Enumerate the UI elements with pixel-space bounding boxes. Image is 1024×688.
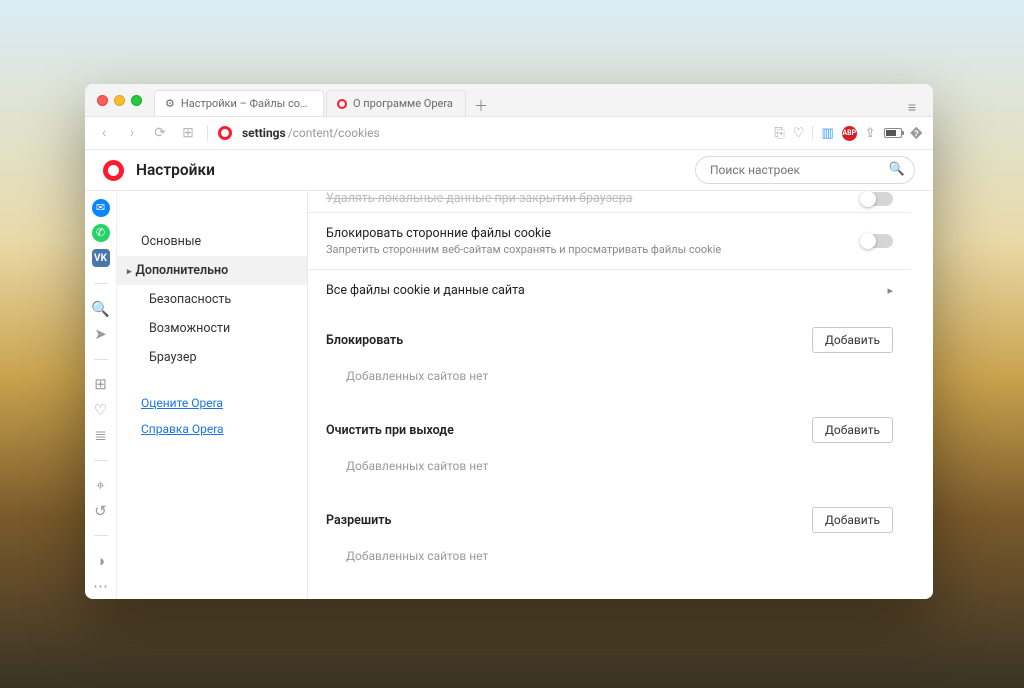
speed-dial-icon[interactable]: ⊞ <box>94 375 107 393</box>
tab-label: О программе Opera <box>353 97 455 110</box>
delete-on-close-toggle[interactable] <box>861 192 893 206</box>
help-opera-link[interactable]: Справка Opera <box>141 422 224 436</box>
address-bar: ‹ › ⟳ ⊞ settings/content/cookies ⎘ ♡ ▥ A… <box>85 117 933 150</box>
tab-about-opera[interactable]: О программе Opera <box>326 90 466 116</box>
tab-label: Настройки – Файлы cookie <box>181 97 313 110</box>
url-display[interactable]: settings/content/cookies <box>242 126 380 140</box>
close-window-button[interactable] <box>97 95 108 106</box>
search-rail-icon[interactable]: 🔍 <box>91 300 110 318</box>
rate-opera-link[interactable]: Оцените Opera <box>141 396 223 410</box>
speed-dial-button[interactable]: ⊞ <box>179 125 197 141</box>
sidebar-item-features[interactable]: Возможности <box>117 314 307 343</box>
sidebar-item-advanced[interactable]: Дополнительно <box>117 256 307 285</box>
settings-search-input[interactable] <box>695 156 915 184</box>
bookmarks-icon[interactable]: ♡ <box>94 401 107 419</box>
url-origin: settings <box>242 126 286 140</box>
allow-section-title: Разрешить <box>326 513 812 528</box>
opera-logo-icon <box>103 160 124 181</box>
heart-icon[interactable]: ♡ <box>793 126 805 141</box>
extensions-icon[interactable]: ◑ <box>96 552 105 570</box>
block-3p-toggle[interactable] <box>861 234 893 248</box>
url-path: /content/cookies <box>288 126 380 140</box>
tabs-menu-button[interactable]: ≡ <box>899 99 925 116</box>
new-tab-button[interactable]: ＋ <box>468 96 494 116</box>
whatsapp-icon[interactable]: ✆ <box>92 224 110 242</box>
page-header: Настройки 🔍 <box>85 150 933 191</box>
delete-on-close-title: Удалять локальные данные при закрытии бр… <box>326 191 861 206</box>
gear-icon: ⚙ <box>165 97 175 110</box>
snapshot-rail-icon[interactable]: ⌖ <box>96 476 104 494</box>
easy-setup-icon[interactable]: �੆ <box>910 126 923 141</box>
all-cookies-row[interactable]: Все файлы cookie и данные сайта ▸ <box>308 269 911 311</box>
clear-empty-text: Добавленных сайтов нет <box>308 447 911 491</box>
allow-add-button[interactable]: Добавить <box>812 507 893 533</box>
window-controls <box>93 95 150 106</box>
sidebar-item-browser[interactable]: Браузер <box>117 343 307 372</box>
clear-add-button[interactable]: Добавить <box>812 417 893 443</box>
allow-empty-text: Добавленных сайтов нет <box>308 537 911 581</box>
block-3p-title: Блокировать сторонние файлы cookie <box>326 226 861 241</box>
adblock-icon[interactable]: ABP <box>842 126 857 141</box>
tab-settings-cookies[interactable]: ⚙ Настройки – Файлы cookie <box>154 90 324 116</box>
share-icon[interactable]: ⇪ <box>865 126 876 141</box>
news-icon[interactable]: ≣ <box>94 426 107 444</box>
settings-rail-icon[interactable]: ⋯ <box>93 577 108 595</box>
sidebar-item-basic[interactable]: Основные <box>117 227 307 256</box>
clear-section-title: Очистить при выходе <box>326 423 812 438</box>
reload-button[interactable]: ⟳ <box>151 125 169 141</box>
sidebar-item-security[interactable]: Безопасность <box>117 285 307 314</box>
history-icon[interactable]: ↺ <box>94 502 107 520</box>
minimize-window-button[interactable] <box>114 95 125 106</box>
all-cookies-title: Все файлы cookie и данные сайта <box>326 283 887 298</box>
page-title: Настройки <box>136 161 215 179</box>
tab-bar: ⚙ Настройки – Файлы cookie О программе O… <box>85 84 933 117</box>
side-rail: ✉ ✆ VK 🔍 ➤ ⊞ ♡ ≣ ⌖ ↺ ◑ ⋯ <box>85 191 117 599</box>
settings-content: Удалять локальные данные при закрытии бр… <box>307 191 933 599</box>
opera-icon <box>337 99 347 109</box>
flow-icon[interactable]: ➤ <box>94 325 107 343</box>
block-add-button[interactable]: Добавить <box>812 327 893 353</box>
block-section-title: Блокировать <box>326 333 812 348</box>
sidebar-toggle-icon[interactable]: ▥ <box>821 126 833 141</box>
forward-button[interactable]: › <box>123 125 141 141</box>
browser-window: ⚙ Настройки – Файлы cookie О программе O… <box>85 84 933 599</box>
chevron-right-icon: ▸ <box>887 284 893 297</box>
snapshot-icon[interactable]: ⎘ <box>774 126 784 141</box>
block-empty-text: Добавленных сайтов нет <box>308 357 911 401</box>
settings-sidebar: Основные Дополнительно Безопасность Возм… <box>117 191 307 599</box>
search-icon: 🔍 <box>889 162 905 177</box>
back-button[interactable]: ‹ <box>95 125 113 141</box>
block-3p-subtitle: Запретить сторонним веб-сайтам сохранять… <box>326 243 861 256</box>
vk-icon[interactable]: VK <box>92 249 110 267</box>
messenger-icon[interactable]: ✉ <box>92 199 110 217</box>
opera-icon <box>218 126 232 140</box>
battery-icon[interactable] <box>884 128 902 138</box>
maximize-window-button[interactable] <box>131 95 142 106</box>
